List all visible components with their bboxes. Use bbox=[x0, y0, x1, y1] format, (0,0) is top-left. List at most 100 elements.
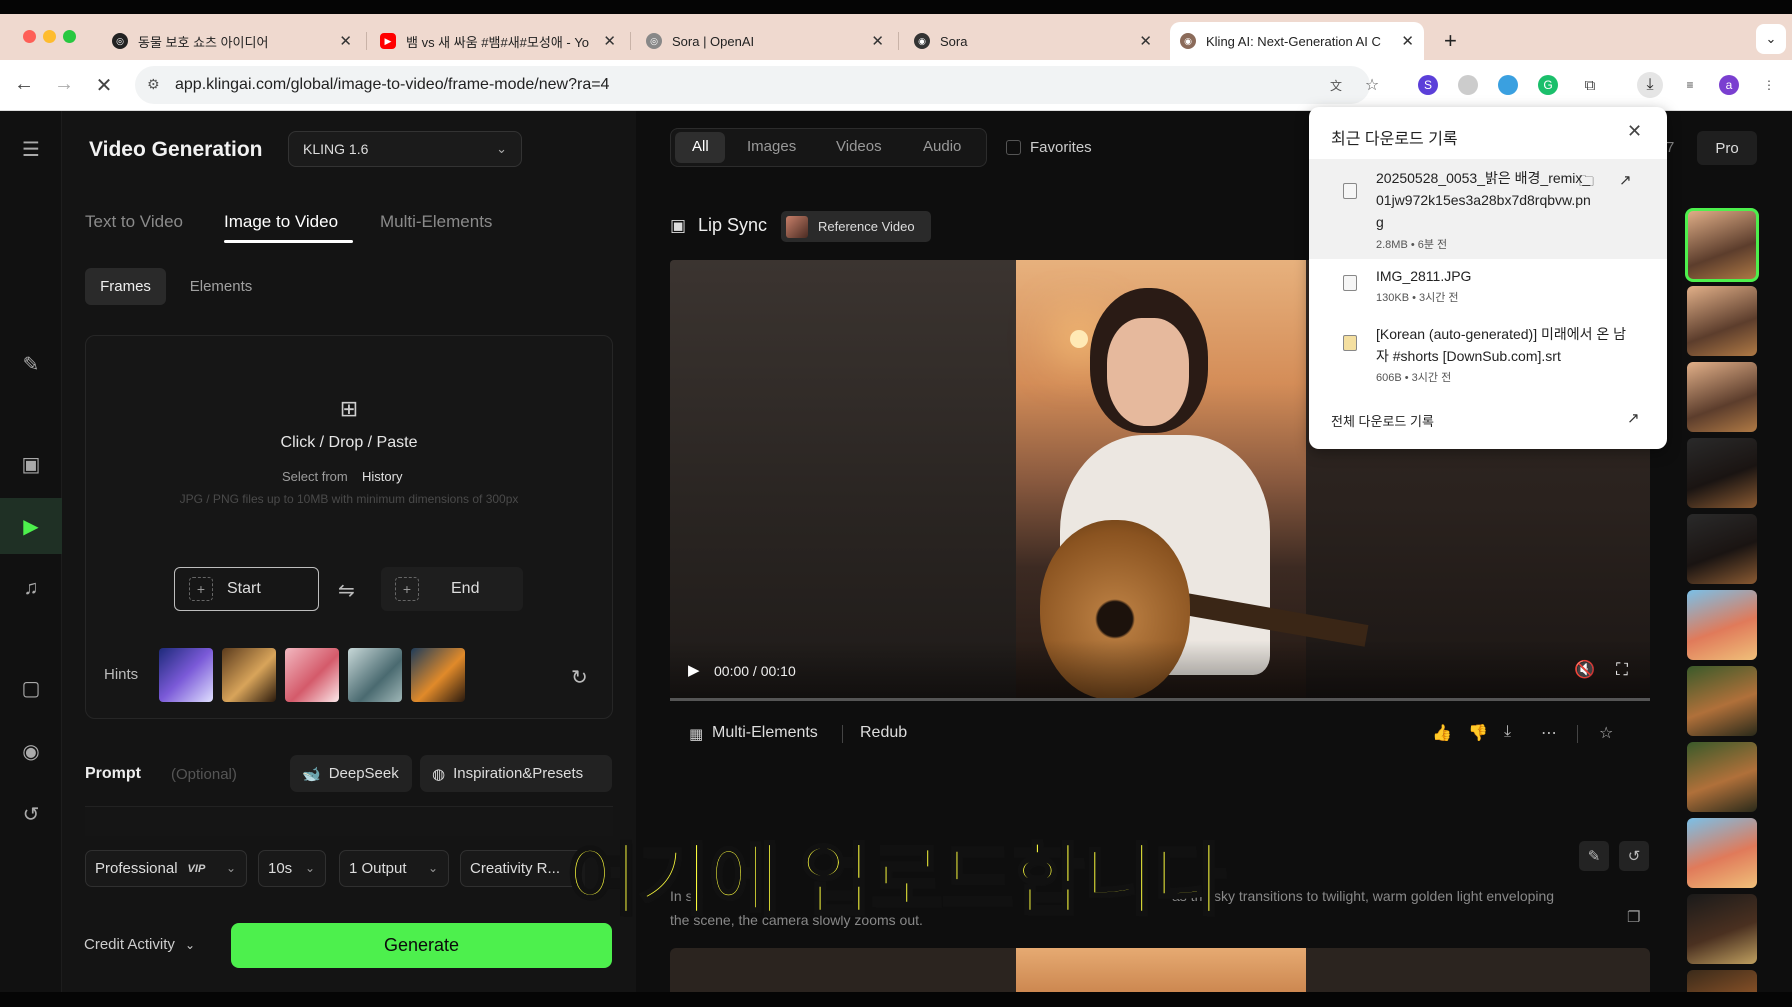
video-progress-bar[interactable] bbox=[670, 698, 1650, 701]
inspiration-presets-button[interactable]: ◍ Inspiration&Presets bbox=[420, 755, 612, 792]
swap-frames-icon[interactable]: ⇋ bbox=[338, 578, 355, 603]
more-options-icon[interactable]: ⋯ bbox=[1541, 723, 1557, 743]
favorites-checkbox[interactable] bbox=[1006, 140, 1021, 155]
history-thumbnail[interactable] bbox=[1687, 590, 1757, 660]
deepseek-button[interactable]: 🐋 DeepSeek bbox=[290, 755, 412, 792]
open-external-icon[interactable]: ↗ bbox=[1619, 171, 1632, 189]
history-thumbnail[interactable] bbox=[1687, 742, 1757, 812]
extension-icon[interactable] bbox=[1498, 75, 1518, 95]
end-frame-button[interactable]: + End bbox=[381, 567, 523, 611]
puzzle-extensions-icon[interactable]: ⧉ bbox=[1580, 75, 1600, 95]
image-icon[interactable]: ▣ bbox=[19, 452, 43, 476]
hint-thumbnail[interactable] bbox=[159, 648, 213, 702]
forward-icon[interactable]: → bbox=[51, 73, 77, 96]
eye-icon[interactable]: ◉ bbox=[19, 739, 43, 763]
tab-elements[interactable]: Elements bbox=[176, 268, 266, 305]
close-tab-icon[interactable]: ✕ bbox=[1139, 32, 1152, 50]
refresh-hints-icon[interactable]: ↻ bbox=[571, 665, 588, 690]
all-downloads-link[interactable]: 전체 다운로드 기록 bbox=[1331, 411, 1434, 430]
site-settings-icon[interactable]: ⚙ bbox=[147, 76, 165, 94]
open-external-icon[interactable]: ↗ bbox=[1627, 409, 1640, 427]
close-tab-icon[interactable]: ✕ bbox=[339, 32, 352, 50]
hamburger-menu-icon[interactable]: ☰ bbox=[19, 137, 43, 161]
start-frame-button[interactable]: + Start bbox=[174, 567, 319, 611]
tab-title: 뱀 vs 새 싸움 #뱀#새#모성애 - Yo bbox=[406, 34, 590, 50]
play-icon[interactable]: ▶ bbox=[688, 661, 700, 679]
browser-tab[interactable]: ◉ Sora ✕ bbox=[904, 22, 1162, 60]
thumbs-up-icon[interactable]: 👍 bbox=[1432, 723, 1452, 743]
download-video-icon[interactable]: ⤓ bbox=[1504, 723, 1511, 741]
sunset-sun bbox=[1070, 330, 1088, 348]
browser-tab-active[interactable]: ◉ Kling AI: Next-Generation AI C ✕ bbox=[1170, 22, 1424, 60]
pro-button[interactable]: Pro bbox=[1697, 131, 1757, 165]
profile-avatar[interactable]: a bbox=[1719, 75, 1739, 95]
favorite-star-icon[interactable]: ☆ bbox=[1599, 723, 1613, 743]
audio-icon[interactable]: ♫ bbox=[19, 577, 43, 601]
tab-image-to-video[interactable]: Image to Video bbox=[224, 212, 338, 232]
history-thumbnail[interactable] bbox=[1687, 438, 1757, 508]
browser-tab[interactable]: ▶ 뱀 vs 새 싸움 #뱀#새#모성애 - Yo ✕ bbox=[370, 22, 626, 60]
model-value: KLING 1.6 bbox=[303, 141, 369, 157]
history-thumbnail[interactable] bbox=[1687, 666, 1757, 736]
filter-videos[interactable]: Videos bbox=[836, 138, 882, 155]
download-item[interactable]: 20250528_0053_밝은 배경_remix_01jw972k15es3a… bbox=[1309, 159, 1667, 259]
browser-tab[interactable]: ◎ 동물 보호 쇼츠 아이디어 ✕ bbox=[102, 22, 362, 60]
hint-thumbnail[interactable] bbox=[348, 648, 402, 702]
model-select[interactable]: KLING 1.6 ⌄ bbox=[288, 131, 522, 167]
fullscreen-icon[interactable]: ⛶ bbox=[1616, 660, 1628, 680]
maximize-window-button[interactable] bbox=[63, 30, 76, 43]
tab-text-to-video[interactable]: Text to Video bbox=[85, 212, 183, 232]
history-thumbnail[interactable] bbox=[1687, 514, 1757, 584]
screen: ◎ 동물 보호 쇼츠 아이디어 ✕ ▶ 뱀 vs 새 싸움 #뱀#새#모성애 -… bbox=[0, 0, 1792, 1007]
reference-video-chip[interactable]: Reference Video bbox=[781, 211, 931, 242]
file-icon bbox=[1343, 335, 1357, 351]
minimize-window-button[interactable] bbox=[43, 30, 56, 43]
back-icon[interactable]: ← bbox=[11, 73, 37, 96]
close-tab-icon[interactable]: ✕ bbox=[871, 32, 884, 50]
redub-button[interactable]: Redub bbox=[860, 724, 907, 742]
bookmark-star-icon[interactable]: ☆ bbox=[1362, 75, 1382, 95]
explore-icon[interactable]: ✎ bbox=[19, 352, 43, 376]
tab-frames[interactable]: Frames bbox=[85, 268, 166, 305]
hint-thumbnail[interactable] bbox=[411, 648, 465, 702]
credit-activity-dropdown[interactable]: Credit Activity ⌄ bbox=[84, 936, 195, 953]
history-thumbnail[interactable] bbox=[1687, 362, 1757, 432]
reference-video-label: Reference Video bbox=[818, 219, 915, 234]
filter-images[interactable]: Images bbox=[747, 138, 796, 155]
thumbs-down-icon[interactable]: 👎 bbox=[1468, 723, 1488, 743]
filter-audio[interactable]: Audio bbox=[923, 138, 961, 155]
download-filename: 20250528_0053_밝은 배경_remix_01jw972k15es3a… bbox=[1376, 170, 1591, 230]
download-icon[interactable]: ⤓ bbox=[1637, 72, 1663, 98]
reading-list-icon[interactable]: ≡ bbox=[1680, 75, 1700, 95]
tab-search-chevron-icon[interactable]: ⌄ bbox=[1756, 24, 1786, 54]
extension-icon[interactable] bbox=[1458, 75, 1478, 95]
translate-icon[interactable]: 文 bbox=[1326, 75, 1346, 95]
history-link[interactable]: History bbox=[362, 469, 402, 484]
extension-icon[interactable]: G bbox=[1538, 75, 1558, 95]
extension-icon[interactable]: S bbox=[1418, 75, 1438, 95]
folder-icon[interactable]: 🗀 bbox=[1579, 171, 1594, 196]
hint-thumbnail[interactable] bbox=[222, 648, 276, 702]
history-thumbnail[interactable] bbox=[1687, 286, 1757, 356]
assets-icon[interactable]: ▢ bbox=[19, 676, 43, 700]
video-icon[interactable]: ▶ bbox=[19, 514, 43, 538]
new-tab-button[interactable]: + bbox=[1438, 22, 1470, 60]
multi-elements-button[interactable]: Multi-Elements bbox=[712, 724, 818, 742]
stop-loading-icon[interactable]: ✕ bbox=[91, 73, 117, 98]
filter-all[interactable]: All bbox=[692, 138, 709, 155]
hint-thumbnail[interactable] bbox=[285, 648, 339, 702]
tab-multi-elements[interactable]: Multi-Elements bbox=[380, 212, 492, 232]
menu-kebab-icon[interactable]: ⋮ bbox=[1759, 75, 1779, 95]
history-thumbnail-selected[interactable] bbox=[1685, 208, 1759, 282]
url-text: app.klingai.com/global/image-to-video/fr… bbox=[175, 76, 610, 93]
close-tab-icon[interactable]: ✕ bbox=[603, 32, 616, 50]
download-item[interactable]: [Korean (auto-generated)] 미래에서 온 남자 #sho… bbox=[1309, 321, 1667, 397]
close-window-button[interactable] bbox=[23, 30, 36, 43]
download-item[interactable]: IMG_2811.JPG 130KB • 3시간 전 bbox=[1309, 263, 1667, 319]
close-tab-icon[interactable]: ✕ bbox=[1401, 32, 1414, 50]
address-bar[interactable]: ⚙ app.klingai.com/global/image-to-video/… bbox=[135, 66, 1370, 104]
close-icon[interactable]: ✕ bbox=[1627, 121, 1642, 142]
browser-tab[interactable]: ◎ Sora | OpenAI ✕ bbox=[636, 22, 894, 60]
mute-icon[interactable]: 🔇 bbox=[1574, 660, 1595, 680]
file-icon bbox=[1343, 275, 1357, 291]
